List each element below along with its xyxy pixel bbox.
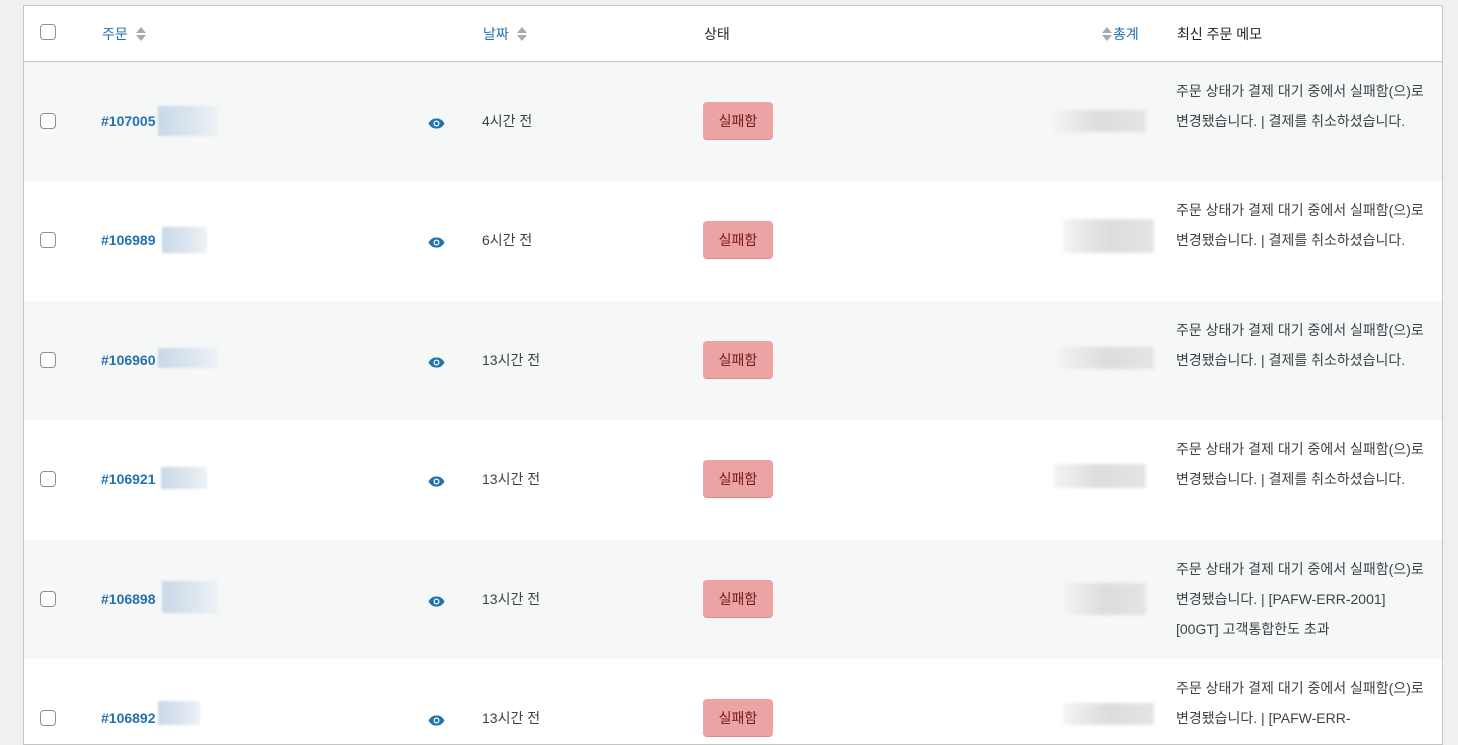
table-row[interactable]: #106892 13시간 전 실패함 주문 상태가 결제 대기 중에서 실패함(… [24, 659, 1442, 744]
latest-order-memo: 주문 상태가 결제 대기 중에서 실패함(으)로 변경됐습니다. | [PAFW… [1176, 679, 1424, 726]
orders-table: 주문 날짜 상태 총계 최신 주문 메모 #107005 4시간 전 실패함 주… [23, 5, 1443, 745]
order-date: 13시간 전 [482, 709, 541, 726]
redacted-total [1054, 110, 1146, 132]
redacted-customer-name [162, 580, 218, 613]
table-row[interactable]: #106989 6시간 전 실패함 주문 상태가 결제 대기 중에서 실패함(으… [24, 181, 1442, 300]
row-checkbox[interactable] [40, 113, 56, 129]
latest-order-memo: 주문 상태가 결제 대기 중에서 실패함(으)로 변경됐습니다. | 결제를 취… [1176, 441, 1424, 488]
latest-order-memo: 주문 상태가 결제 대기 중에서 실패함(으)로 변경됐습니다. | 결제를 취… [1176, 83, 1424, 129]
status-badge: 실패함 [703, 340, 773, 379]
redacted-total [1064, 219, 1154, 254]
sort-arrows-icon [516, 27, 527, 42]
redacted-customer-name [158, 700, 200, 725]
sort-arrows-icon [135, 27, 146, 42]
redacted-customer-name [158, 106, 218, 136]
status-badge: 실패함 [703, 460, 773, 499]
eye-icon[interactable] [428, 235, 445, 253]
row-checkbox[interactable] [40, 471, 56, 488]
redacted-total [1054, 464, 1146, 489]
latest-order-memo: 주문 상태가 결제 대기 중에서 실패함(으)로 변경됐습니다. | 결제를 취… [1176, 202, 1424, 249]
table-header: 주문 날짜 상태 총계 최신 주문 메모 [24, 6, 1442, 62]
order-number-link[interactable]: #106898 [101, 590, 156, 608]
row-checkbox[interactable] [40, 232, 56, 249]
status-badge: 실패함 [703, 102, 773, 140]
redacted-customer-name [158, 347, 218, 368]
eye-icon[interactable] [428, 355, 445, 373]
latest-order-memo: 주문 상태가 결제 대기 중에서 실패함(으)로 변경됐습니다. | [PAFW… [1176, 560, 1424, 637]
order-number-link[interactable]: #106921 [101, 470, 156, 488]
column-order-sortable[interactable]: 주문 [102, 24, 146, 44]
row-checkbox[interactable] [40, 351, 56, 368]
order-number-link[interactable]: #106960 [101, 351, 156, 369]
table-row[interactable]: #106921 13시간 전 실패함 주문 상태가 결제 대기 중에서 실패함(… [24, 420, 1442, 539]
column-status-label: 상태 [704, 26, 730, 42]
order-date: 6시간 전 [482, 232, 533, 249]
column-memo-label: 최신 주문 메모 [1177, 26, 1263, 42]
status-badge: 실패함 [703, 221, 773, 260]
column-total-sortable[interactable]: 총계 [1102, 24, 1139, 44]
order-number-link[interactable]: #107005 [101, 112, 156, 130]
table-row[interactable]: #107005 4시간 전 실패함 주문 상태가 결제 대기 중에서 실패함(으… [24, 62, 1442, 182]
eye-icon[interactable] [428, 713, 445, 731]
column-date-sortable[interactable]: 날짜 [483, 24, 527, 44]
redacted-customer-name [162, 227, 207, 254]
redacted-total [1059, 346, 1154, 369]
eye-icon[interactable] [428, 474, 445, 492]
latest-order-memo: 주문 상태가 결제 대기 중에서 실패함(으)로 변경됐습니다. | 결제를 취… [1176, 321, 1424, 368]
redacted-total [1064, 702, 1154, 725]
column-date-label: 날짜 [483, 26, 509, 42]
redacted-total [1064, 582, 1146, 615]
order-number-link[interactable]: #106989 [101, 231, 156, 249]
order-date: 13시간 전 [482, 471, 541, 488]
order-number-link[interactable]: #106892 [101, 709, 156, 727]
select-all-checkbox[interactable] [40, 24, 56, 40]
column-order-label: 주문 [102, 26, 128, 42]
eye-icon[interactable] [428, 116, 445, 134]
row-checkbox[interactable] [40, 709, 56, 726]
order-date: 13시간 전 [482, 351, 541, 368]
row-checkbox[interactable] [40, 590, 56, 607]
sort-arrows-icon [1102, 27, 1112, 42]
redacted-customer-name [161, 467, 207, 490]
table-row[interactable]: #106898 13시간 전 실패함 주문 상태가 결제 대기 중에서 실패함(… [24, 539, 1442, 659]
table-row[interactable]: #106960 13시간 전 실패함 주문 상태가 결제 대기 중에서 실패함(… [24, 300, 1442, 421]
order-date: 4시간 전 [482, 113, 533, 129]
status-badge: 실패함 [703, 698, 773, 737]
status-badge: 실패함 [703, 579, 773, 618]
eye-icon[interactable] [428, 594, 445, 612]
order-date: 13시간 전 [482, 590, 541, 607]
column-total-label: 총계 [1113, 26, 1139, 42]
